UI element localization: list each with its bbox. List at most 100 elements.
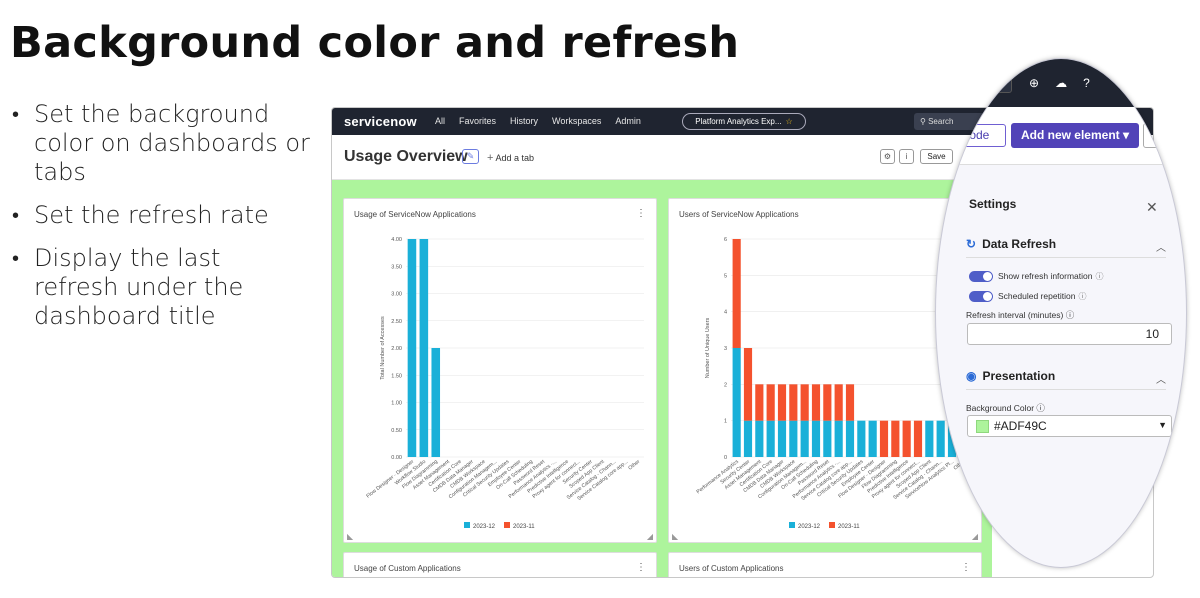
toolbar-button-edge[interactable] <box>1143 123 1186 148</box>
info-icon[interactable]: ⓘ <box>1096 272 1104 281</box>
y-tick-label: 3 <box>724 346 727 352</box>
magnified-toolbar: node Add new element ▾ <box>936 107 1186 165</box>
bar-2023-12 <box>419 239 429 457</box>
color-value: #ADF49C <box>994 419 1047 433</box>
settings-gear-button[interactable]: ⚙ <box>880 149 895 164</box>
bar-2023-11 <box>913 420 923 457</box>
y-tick-label: 1.50 <box>391 373 402 379</box>
color-swatch <box>976 420 989 433</box>
y-tick-label: 0.50 <box>391 428 402 434</box>
info-icon[interactable]: ⓘ <box>1066 310 1075 320</box>
widget-users-servicenow-apps[interactable]: Users of ServiceNow Applications ⋮ 01234… <box>668 198 982 543</box>
globe-icon[interactable]: ⊕ <box>1029 76 1039 90</box>
x-tick-label: Other <box>627 459 641 472</box>
resize-handle-icon[interactable]: ◢ <box>647 532 653 541</box>
bullet-item: Set the background color on dashboards o… <box>12 100 312 187</box>
workspace-pill-label: Platform Analytics Exp... <box>695 117 782 126</box>
legend-swatch <box>504 522 510 528</box>
legend-label: 2023-12 <box>473 524 496 530</box>
resize-handle-icon[interactable]: ◣ <box>347 532 353 541</box>
servicenow-logo[interactable]: servicenow <box>344 114 417 129</box>
bar-2023-11 <box>789 384 798 421</box>
chat-icon[interactable]: ☁ <box>1055 76 1067 90</box>
kebab-menu-icon[interactable]: ⋮ <box>636 562 646 573</box>
background-color-select[interactable]: #ADF49C ▼ <box>967 415 1172 437</box>
bar-2023-12 <box>857 420 866 457</box>
y-tick-label: 2 <box>724 382 727 388</box>
bar-2023-11 <box>777 384 787 421</box>
info-button[interactable]: i <box>899 149 914 164</box>
y-tick-label: 1.00 <box>391 401 402 407</box>
background-color-text: Background Color <box>966 403 1035 413</box>
y-tick-label: 3.50 <box>391 264 402 270</box>
bar-2023-12 <box>925 420 934 457</box>
legend-label: 2023-11 <box>513 524 535 530</box>
add-element-label: Add new element <box>1020 128 1120 142</box>
refresh-interval-label: Refresh interval (minutes) ⓘ <box>966 309 1074 321</box>
scheduled-repetition-label: Scheduled repetition ⓘ <box>998 291 1087 302</box>
help-icon[interactable]: ? <box>1083 76 1090 90</box>
plus-icon: + <box>487 152 494 164</box>
info-icon[interactable]: ⓘ <box>1079 292 1087 301</box>
show-refresh-info-toggle[interactable] <box>969 271 993 282</box>
bar-2023-12 <box>407 239 417 457</box>
legend-swatch <box>789 522 795 528</box>
workspace-pill[interactable]: Platform Analytics Exp... ☆ <box>682 113 806 130</box>
legend-swatch <box>464 522 470 528</box>
mode-button[interactable]: node <box>946 124 1006 147</box>
resize-handle-icon[interactable]: ◣ <box>672 532 678 541</box>
data-refresh-section[interactable]: ↻ Data Refresh <box>966 237 1056 251</box>
widget-usage-servicenow-apps[interactable]: Usage of ServiceNow Applications ⋮ 0.00 0… <box>343 198 657 543</box>
main-nav: All Favorites History Workspaces Admin <box>435 116 641 126</box>
widget-users-custom-apps[interactable]: Users of Custom Applications ⋮ <box>668 552 982 577</box>
presentation-section[interactable]: ◉ Presentation <box>966 369 1055 383</box>
resize-handle-icon[interactable]: ◢ <box>972 532 978 541</box>
edit-title-button[interactable]: ✎ <box>462 149 479 164</box>
refresh-interval-text: Refresh interval (minutes) <box>966 310 1064 320</box>
scheduled-repetition-toggle[interactable] <box>969 291 993 302</box>
show-refresh-info-text: Show refresh information <box>998 271 1093 281</box>
nav-all[interactable]: All <box>435 116 445 126</box>
y-axis-label: Number of Unique Users <box>705 317 711 378</box>
bar-2023-11 <box>766 384 775 421</box>
bullet-item: Set the refresh rate <box>12 201 312 230</box>
bar-2023-12 <box>936 420 945 457</box>
bullet-item: Display the last refresh under the dashb… <box>12 244 312 331</box>
add-new-element-button[interactable]: Add new element ▾ <box>1011 123 1139 148</box>
data-refresh-label: Data Refresh <box>982 237 1057 251</box>
refresh-interval-input[interactable]: 10 <box>967 323 1172 345</box>
widget-title: Usage of Custom Applications <box>354 564 461 573</box>
info-icon[interactable]: ⓘ <box>1036 403 1045 413</box>
y-tick-label: 2.50 <box>391 319 402 325</box>
nav-history[interactable]: History <box>510 116 538 126</box>
y-axis-label: Total Number of Accesses <box>380 316 386 380</box>
refresh-icon: ↻ <box>966 237 977 251</box>
bar-2023-12 <box>834 420 843 457</box>
star-icon[interactable]: ☆ <box>786 117 793 126</box>
add-tab-button[interactable]: + Add a tab <box>487 152 534 164</box>
chevron-up-icon[interactable]: ︿ <box>1156 371 1166 386</box>
search-field-edge[interactable] <box>982 69 1012 93</box>
widget-usage-custom-apps[interactable]: Usage of Custom Applications ⋮ <box>343 552 657 577</box>
divider <box>966 389 1166 390</box>
kebab-menu-icon[interactable]: ⋮ <box>961 562 971 573</box>
bar-2023-11 <box>845 384 855 421</box>
chevron-up-icon[interactable]: ︿ <box>1156 239 1166 254</box>
nav-admin[interactable]: Admin <box>615 116 641 126</box>
legend-label: 2023-11 <box>838 524 860 530</box>
usage-bar-chart: 0.00 0.50 1.00 1.50 2.00 2.50 3.00 3.50 4.00 Tota… <box>365 237 644 530</box>
bar-2023-11 <box>743 348 753 421</box>
bar-2023-11 <box>755 384 764 421</box>
bar-2023-11 <box>891 420 900 457</box>
show-refresh-info-label: Show refresh information ⓘ <box>998 271 1104 282</box>
pencil-icon: ✎ <box>466 151 475 161</box>
slide-title: Background color and refresh <box>10 18 740 68</box>
y-tick-label: 4 <box>724 310 727 316</box>
nav-favorites[interactable]: Favorites <box>459 116 496 126</box>
nav-workspaces[interactable]: Workspaces <box>552 116 601 126</box>
add-tab-label: Add a tab <box>495 153 534 163</box>
y-tick-label: 5 <box>724 273 727 279</box>
dashboard-canvas: Usage of ServiceNow Applications ⋮ 0.00 0… <box>332 180 992 577</box>
close-icon[interactable]: ✕ <box>1146 199 1158 216</box>
bar-2023-11 <box>879 420 889 457</box>
